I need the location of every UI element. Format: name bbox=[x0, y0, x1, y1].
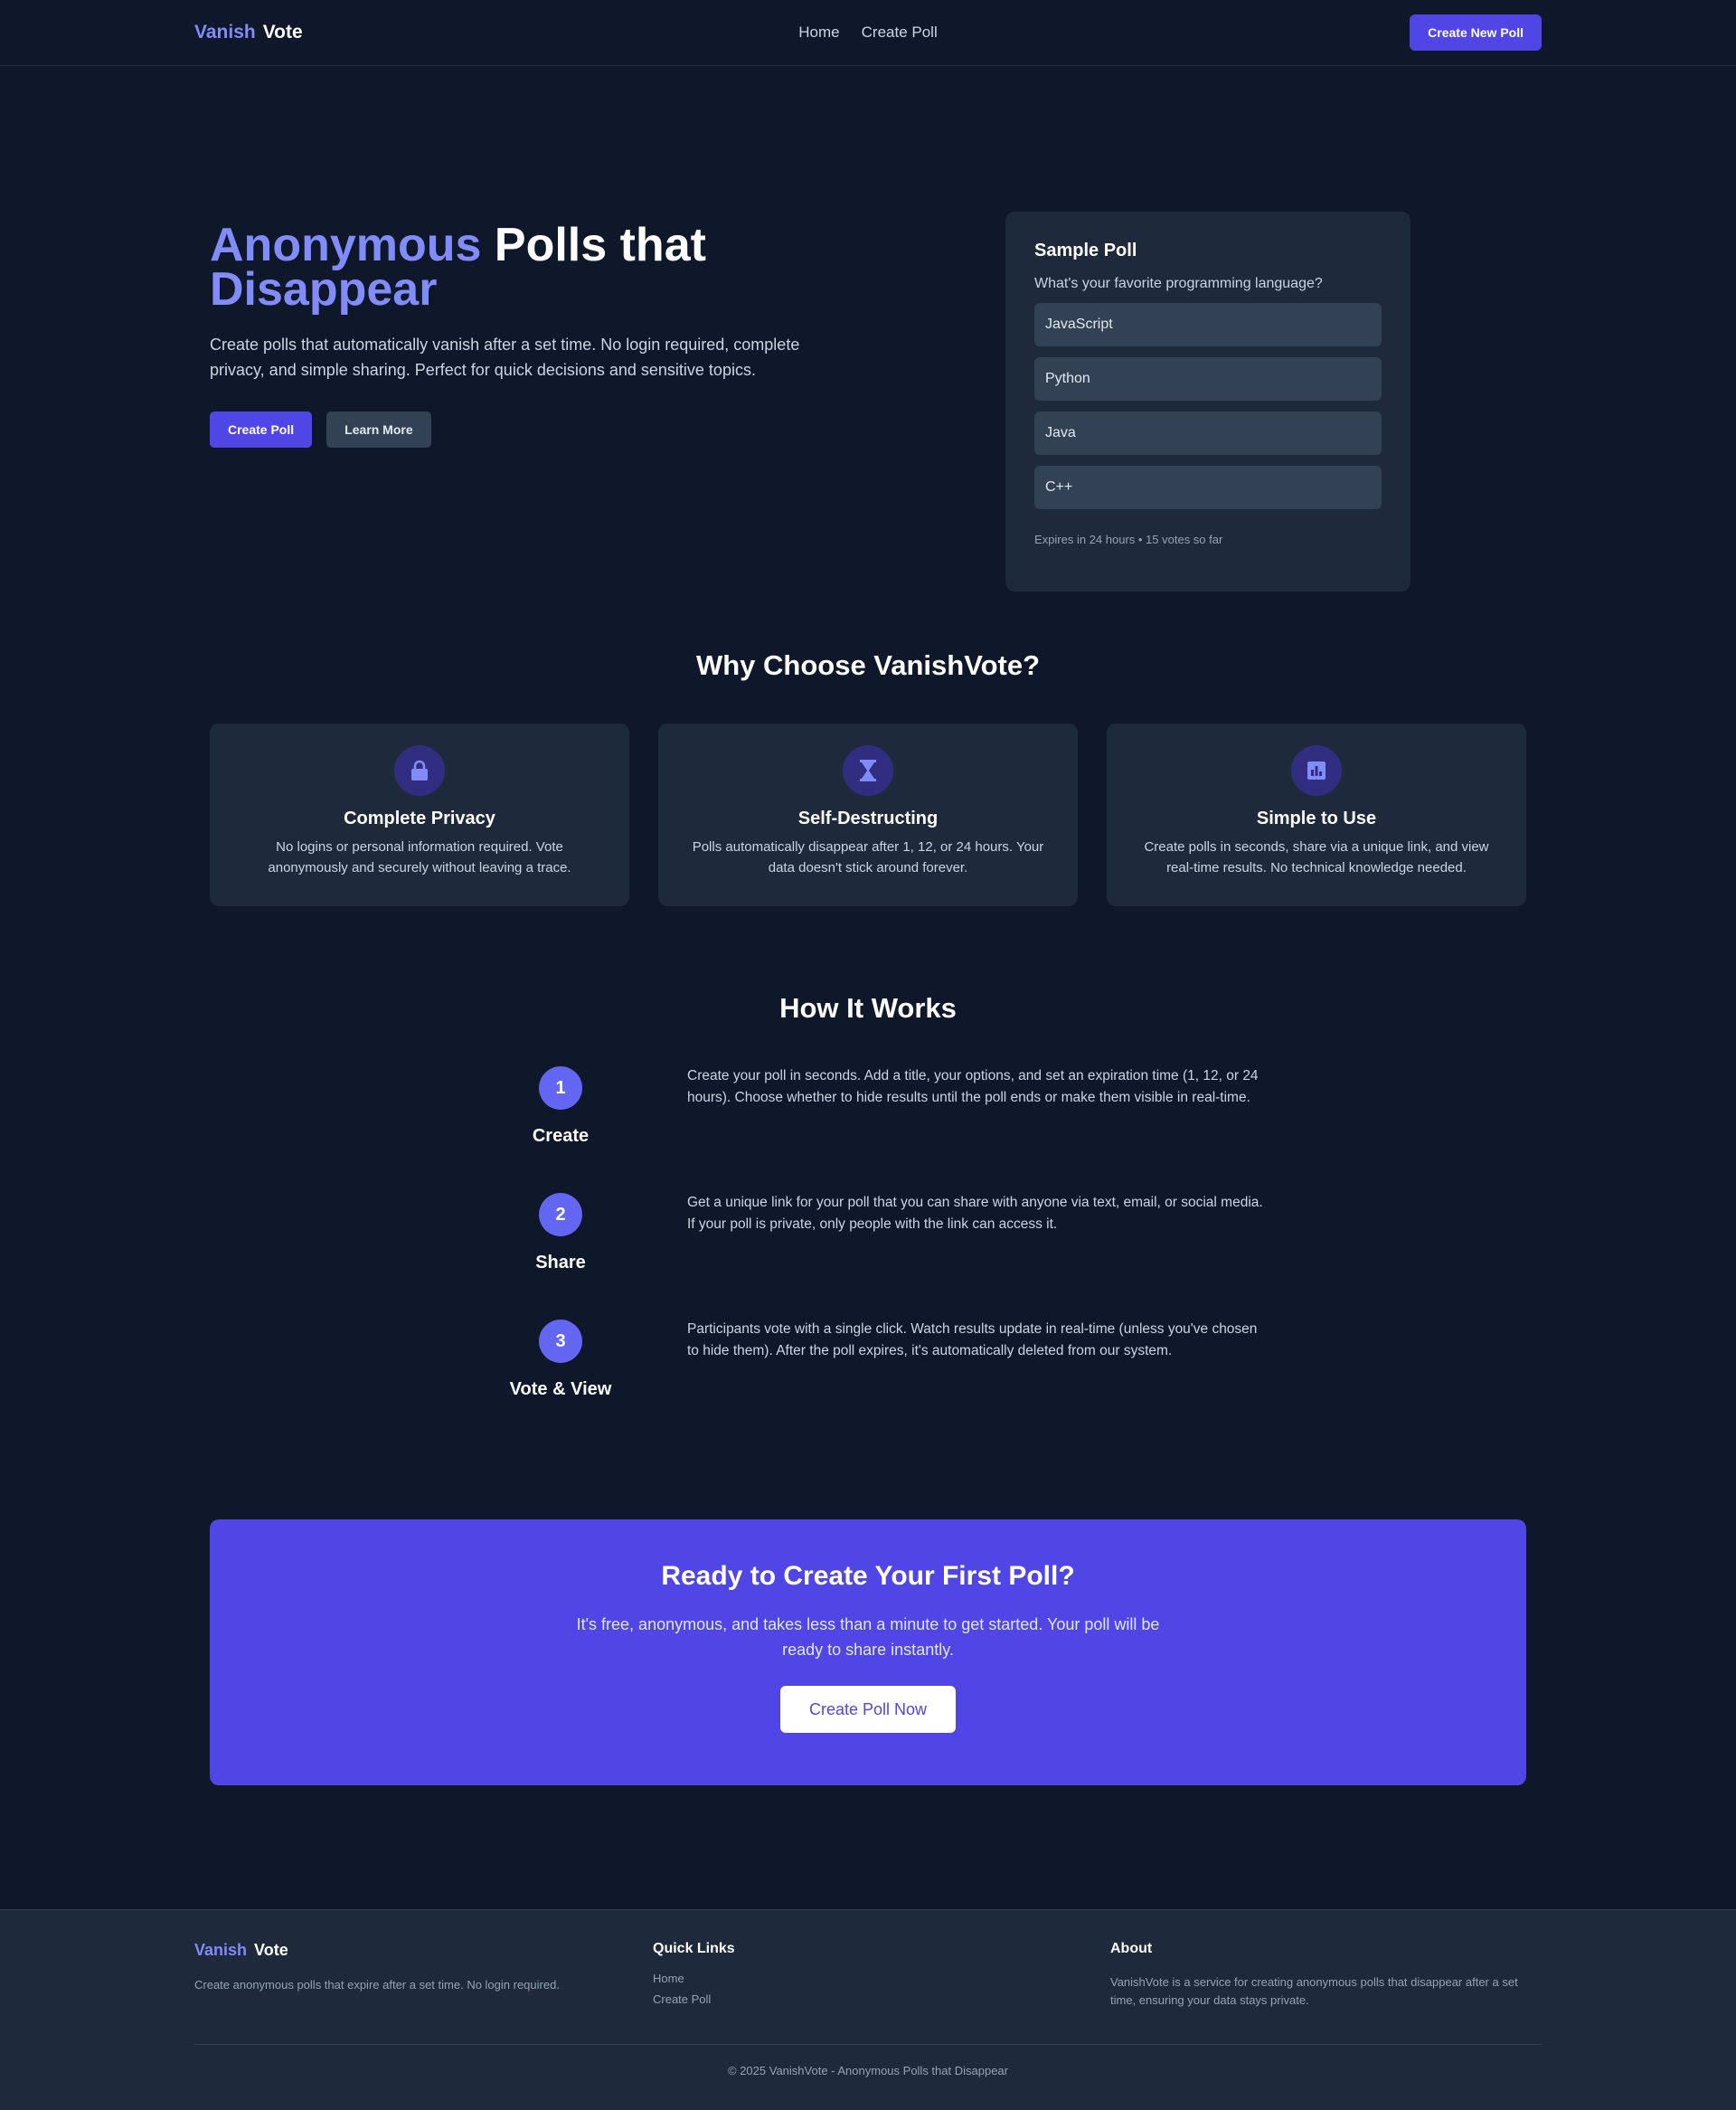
poll-option-cpp[interactable]: C++ bbox=[1034, 466, 1382, 509]
step-description: Participants vote with a single click. W… bbox=[687, 1321, 1258, 1358]
nav-link-create-poll[interactable]: Create Poll bbox=[862, 24, 938, 42]
step-name: Vote & View bbox=[509, 1379, 612, 1399]
footer-link-create-poll[interactable]: Create Poll bbox=[653, 1992, 735, 2006]
chart-icon bbox=[1291, 745, 1342, 796]
how-it-works-title: How It Works bbox=[779, 992, 957, 1024]
hourglass-icon bbox=[843, 745, 893, 796]
feature-title: Simple to Use bbox=[1256, 809, 1377, 828]
footer-brand: Vanish Vote Create anonymous polls that … bbox=[194, 1941, 560, 1994]
step-header: 1 Create bbox=[470, 1066, 651, 1147]
footer-quick-links: Quick Links Home Create Poll bbox=[653, 1941, 735, 2006]
about-title: About bbox=[1110, 1941, 1153, 1956]
footer-about: About VanishVote is a service for creati… bbox=[1110, 1941, 1544, 2010]
cta-title: Ready to Create Your First Poll? bbox=[661, 1561, 1075, 1591]
site-logo[interactable]: Vanish Vote bbox=[194, 22, 303, 43]
quick-links-list: Home Create Poll bbox=[653, 1972, 735, 2006]
sample-poll-meta: Expires in 24 hours • 15 votes so far bbox=[1034, 533, 1223, 546]
how-it-works-section: How It Works 1 Create Create your poll i… bbox=[0, 992, 1736, 1446]
logo-vote: Vote bbox=[262, 22, 303, 43]
step-description: Create your poll in seconds. Add a title… bbox=[687, 1068, 1259, 1105]
step-create: 1 Create Create your poll in seconds. Ad… bbox=[0, 1066, 1736, 1193]
feature-card-simple: Simple to Use Create polls in seconds, s… bbox=[1107, 724, 1526, 906]
footer-link-home[interactable]: Home bbox=[653, 1972, 735, 1985]
hero-title-rest: Polls that bbox=[481, 219, 706, 271]
sample-poll-card: Sample Poll What's your favorite program… bbox=[1005, 212, 1410, 591]
nav-links: Home Create Poll bbox=[798, 24, 937, 42]
sample-poll-options: JavaScript Python Java C++ bbox=[1034, 303, 1382, 509]
hero-learn-more-button[interactable]: Learn More bbox=[326, 412, 431, 448]
sample-poll-title: Sample Poll bbox=[1034, 241, 1137, 260]
step-share: 2 Share Get a unique link for your poll … bbox=[0, 1193, 1736, 1320]
hero-title-line2: Disappear bbox=[210, 263, 438, 316]
step-vote-view: 3 Vote & View Participants vote with a s… bbox=[0, 1320, 1736, 1446]
sample-poll-question: What's your favorite programming languag… bbox=[1034, 276, 1323, 291]
features-grid: Complete Privacy No logins or personal i… bbox=[210, 724, 1526, 906]
step-header: 2 Share bbox=[470, 1193, 651, 1273]
hero-content: Anonymous Polls that Disappear Create pol… bbox=[210, 222, 843, 448]
logo-vanish: Vanish bbox=[194, 22, 256, 43]
step-name: Share bbox=[535, 1253, 586, 1273]
nav-link-home[interactable]: Home bbox=[798, 24, 839, 42]
footer-divider bbox=[194, 2044, 1542, 2045]
hero-create-poll-button[interactable]: Create Poll bbox=[210, 412, 313, 448]
hero-section: Anonymous Polls that Disappear Create pol… bbox=[0, 66, 1736, 591]
cta-banner: Ready to Create Your First Poll? It's fr… bbox=[210, 1519, 1526, 1785]
lock-icon bbox=[394, 745, 445, 796]
step-number: 3 bbox=[539, 1320, 582, 1363]
poll-option-java[interactable]: Java bbox=[1034, 412, 1382, 455]
footer: Vanish Vote Create anonymous polls that … bbox=[0, 1909, 1736, 2110]
about-text: VanishVote is a service for creating ano… bbox=[1110, 1975, 1518, 2007]
hero-buttons: Create Poll Learn More bbox=[210, 412, 843, 448]
features-title: Why Choose VanishVote? bbox=[695, 649, 1041, 681]
feature-description: Create polls in seconds, share via a uni… bbox=[1144, 839, 1489, 875]
step-name: Create bbox=[532, 1126, 590, 1146]
steps-list: 1 Create Create your poll in seconds. Ad… bbox=[0, 1066, 1736, 1446]
quick-links-title: Quick Links bbox=[653, 1941, 735, 1956]
step-header: 3 Vote & View bbox=[470, 1320, 651, 1400]
step-description: Get a unique link for your poll that you… bbox=[687, 1195, 1263, 1232]
create-new-poll-button[interactable]: Create New Poll bbox=[1410, 14, 1542, 51]
step-number: 1 bbox=[539, 1066, 582, 1110]
feature-card-self-destructing: Self-Destructing Polls automatically dis… bbox=[658, 724, 1078, 906]
feature-card-privacy: Complete Privacy No logins or personal i… bbox=[210, 724, 629, 906]
feature-title: Complete Privacy bbox=[344, 809, 495, 828]
features-section: Why Choose VanishVote? Complete Privacy … bbox=[0, 649, 1736, 906]
step-number: 2 bbox=[539, 1193, 582, 1236]
logo-vanish: Vanish bbox=[194, 1941, 248, 1959]
copyright: © 2025 VanishVote - Anonymous Polls that… bbox=[728, 2064, 1008, 2077]
poll-option-python[interactable]: Python bbox=[1034, 357, 1382, 401]
footer-logo[interactable]: Vanish Vote bbox=[194, 1941, 560, 1960]
feature-description: Polls automatically disappear after 1, 1… bbox=[692, 839, 1044, 875]
poll-option-javascript[interactable]: JavaScript bbox=[1034, 303, 1382, 346]
top-nav: Vanish Vote Home Create Poll Create New … bbox=[0, 0, 1736, 66]
hero-title: Anonymous Polls that Disappear bbox=[210, 222, 843, 313]
feature-description: No logins or personal information requir… bbox=[268, 839, 571, 875]
feature-title: Self-Destructing bbox=[797, 809, 939, 828]
footer-tagline: Create anonymous polls that expire after… bbox=[194, 1978, 560, 1992]
create-poll-now-button[interactable]: Create Poll Now bbox=[779, 1686, 957, 1733]
cta-text: It's free, anonymous, and takes less tha… bbox=[576, 1615, 1160, 1659]
hero-subtitle: Create polls that automatically vanish a… bbox=[210, 336, 800, 379]
logo-vote: Vote bbox=[254, 1941, 288, 1959]
